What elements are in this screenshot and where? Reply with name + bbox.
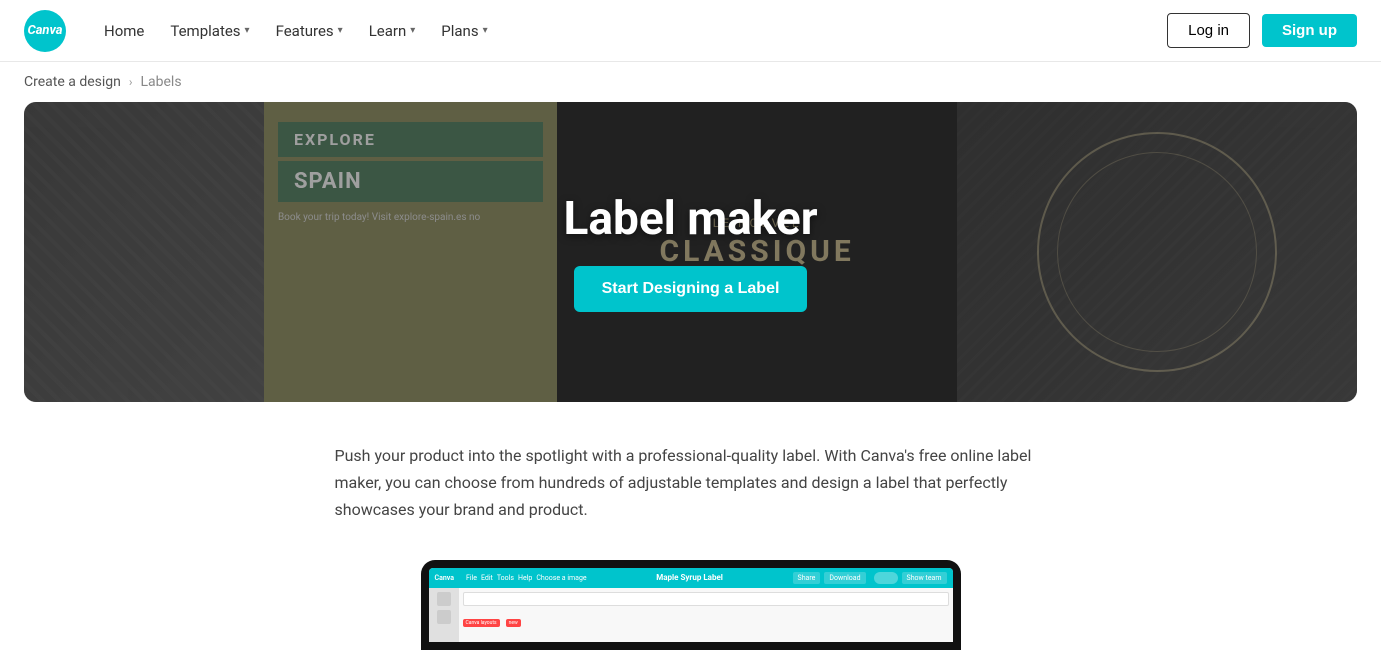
breadcrumb: Create a design › Labels — [0, 62, 1381, 102]
login-button[interactable]: Log in — [1167, 13, 1250, 48]
tablet-toolbar: Canva File Edit Tools Help Choose a imag… — [429, 568, 953, 588]
nav-home[interactable]: Home — [94, 16, 154, 46]
tablet-bar-doc-title: Maple Syrup Label — [591, 573, 789, 582]
tablet-preview: Canva File Edit Tools Help Choose a imag… — [0, 560, 1381, 650]
tablet-download-button[interactable]: Download — [824, 572, 865, 584]
canva-logo[interactable]: Canva — [24, 10, 66, 52]
tablet-bar-title-text: File — [466, 574, 477, 582]
chevron-down-icon: ▾ — [410, 25, 415, 36]
start-designing-button[interactable]: Start Designing a Label — [574, 266, 808, 312]
nav-learn[interactable]: Learn ▾ — [359, 16, 426, 46]
tablet-bar-choose: Choose a image — [536, 574, 586, 582]
tablet-bar-edit: Edit — [481, 574, 493, 582]
tablet-showteam-button[interactable]: Show team — [902, 572, 947, 584]
logo-text: Canva — [27, 23, 62, 38]
breadcrumb-create[interactable]: Create a design — [24, 74, 121, 90]
nav-links: Home Templates ▾ Features ▾ Learn ▾ Plan… — [94, 16, 1167, 46]
tablet-bar-tools: Tools — [497, 574, 514, 582]
page-description: Push your product into the spotlight wit… — [311, 442, 1071, 524]
hero-title: Label maker — [563, 192, 817, 246]
chevron-down-icon: ▾ — [338, 25, 343, 36]
hero-overlay: Label maker Start Designing a Label — [24, 102, 1357, 402]
nav-actions: Log in Sign up — [1167, 13, 1357, 48]
tablet-content: Canva layouts new — [429, 588, 953, 642]
description-text: Push your product into the spotlight wit… — [335, 442, 1047, 524]
nav-plans[interactable]: Plans ▾ — [431, 16, 497, 46]
nav-templates[interactable]: Templates ▾ — [160, 16, 259, 46]
tablet-sidebar — [429, 588, 459, 642]
chevron-down-icon: ▾ — [245, 25, 250, 36]
signup-button[interactable]: Sign up — [1262, 14, 1357, 47]
tablet-searchbar[interactable] — [463, 592, 949, 606]
hero-banner: EXPLORE SPAIN Book your trip today! Visi… — [24, 102, 1357, 402]
tablet-bar-help: Help — [518, 574, 532, 582]
breadcrumb-current: Labels — [140, 74, 181, 90]
tablet-canva-layouts-tag: Canva layouts — [463, 619, 500, 627]
chevron-down-icon: ▾ — [483, 25, 488, 36]
tablet-share-button[interactable]: Share — [793, 572, 821, 584]
tablet-main-area: Canva layouts new — [459, 588, 953, 642]
tablet-bar-logo: Canva — [435, 574, 454, 582]
tablet-frame: Canva File Edit Tools Help Choose a imag… — [421, 560, 961, 650]
nav-features[interactable]: Features ▾ — [266, 16, 353, 46]
breadcrumb-separator: › — [129, 75, 133, 89]
tablet-inner: Canva File Edit Tools Help Choose a imag… — [429, 568, 953, 642]
tablet-toggle[interactable] — [874, 572, 898, 584]
navbar: Canva Home Templates ▾ Features ▾ Learn … — [0, 0, 1381, 62]
tablet-new-tag: new — [506, 619, 521, 627]
